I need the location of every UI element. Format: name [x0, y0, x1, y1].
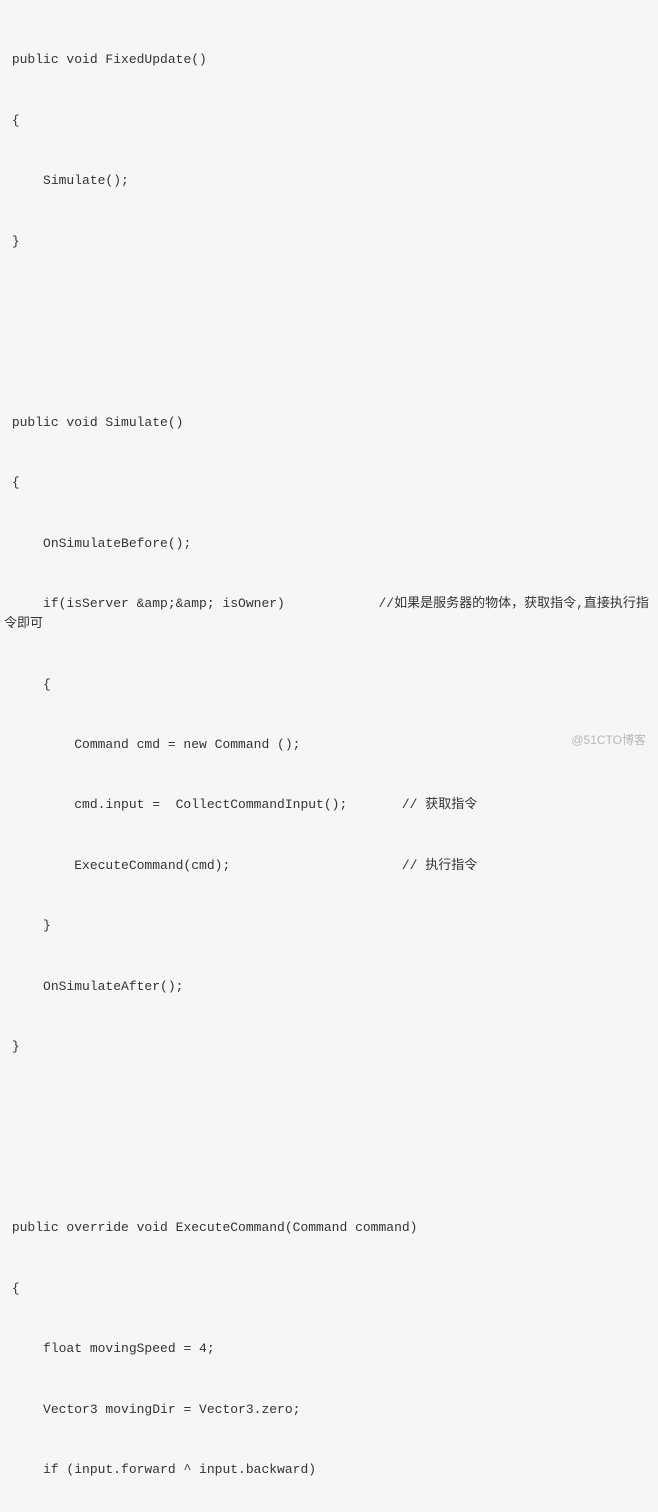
code-line: OnSimulateAfter(); — [4, 977, 654, 997]
code-line: Simulate(); — [4, 171, 654, 191]
code-line — [4, 292, 654, 312]
code-line — [4, 352, 654, 372]
code-line: } — [4, 1037, 654, 1057]
code-line — [4, 1098, 654, 1118]
code-line: float movingSpeed = 4; — [4, 1339, 654, 1359]
code-line: public void Simulate() — [4, 413, 654, 433]
code-line: if(isServer &amp;&amp; isOwner) //如果是服务器… — [4, 594, 654, 634]
code-line: public override void ExecuteCommand(Comm… — [4, 1218, 654, 1238]
code-line: { — [4, 473, 654, 493]
code-line: { — [4, 111, 654, 131]
code-line: OnSimulateBefore(); — [4, 534, 654, 554]
watermark: @51CTO博客 — [571, 731, 646, 750]
code-line: cmd.input = CollectCommandInput(); // 获取… — [4, 795, 654, 815]
code-line: { — [4, 675, 654, 695]
code-line: Vector3 movingDir = Vector3.zero; — [4, 1400, 654, 1420]
code-line: ExecuteCommand(cmd); // 执行指令 — [4, 856, 654, 876]
code-line: if (input.forward ^ input.backward) — [4, 1460, 654, 1480]
code-line: { — [4, 1279, 654, 1299]
code-line: public void FixedUpdate() — [4, 50, 654, 70]
code-line — [4, 1158, 654, 1178]
code-line: } — [4, 916, 654, 936]
code-block: public void FixedUpdate() { Simulate(); … — [4, 10, 654, 1512]
code-line: Command cmd = new Command (); — [4, 735, 654, 755]
code-line: } — [4, 232, 654, 252]
